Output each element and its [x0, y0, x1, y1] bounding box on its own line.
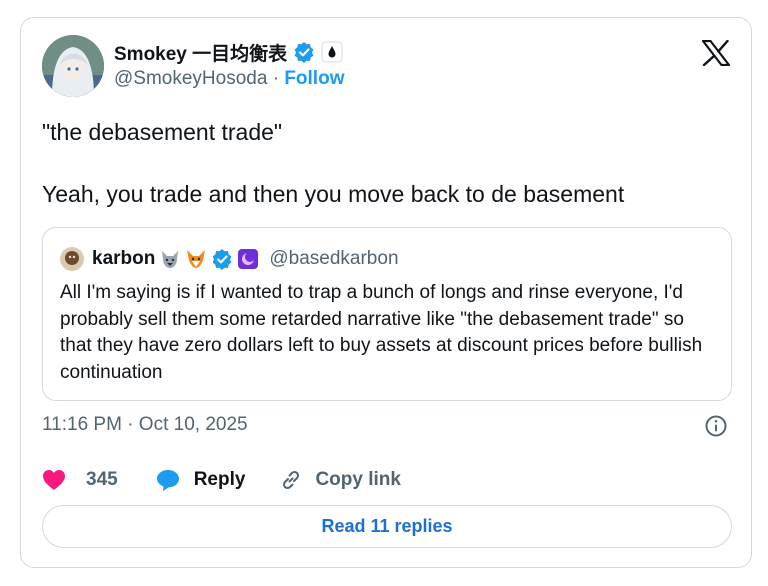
like-count: 345 [86, 469, 118, 490]
author-name[interactable]: Smokey 一目均衡表 [114, 39, 287, 66]
author-avatar[interactable] [42, 35, 104, 97]
reply-button[interactable]: Reply [156, 468, 246, 492]
read-replies-button[interactable]: Read 11 replies [42, 505, 732, 548]
quoted-author-avatar[interactable] [60, 247, 84, 271]
heart-icon [42, 469, 66, 491]
like-button[interactable]: 345 [42, 469, 118, 491]
x-logo-icon[interactable] [701, 40, 731, 66]
quoted-tweet-header: karbon @basedkarbon [60, 246, 399, 272]
info-icon[interactable] [704, 414, 728, 438]
tweet-timestamp[interactable]: 11:16 PM · Oct 10, 2025 [42, 414, 248, 436]
reply-label: Reply [193, 469, 246, 490]
quoted-tweet-text: All I'm saying is if I wanted to trap a … [60, 282, 703, 383]
affiliate-badge-icon [321, 41, 343, 63]
tweet-card: Smokey 一目均衡表 @SmokeyHosoda · Follow "the… [20, 17, 752, 568]
tweet-actions: 345 Reply Copy link [42, 467, 401, 493]
author-handle[interactable]: @SmokeyHosoda [114, 68, 267, 89]
follow-button[interactable]: Follow [284, 68, 344, 89]
link-icon [279, 468, 303, 492]
reply-bubble-icon [156, 468, 180, 492]
quoted-tweet[interactable]: karbon @basedkarbon All I'm saying is if… [42, 227, 732, 401]
quoted-author-handle[interactable]: @basedkarbon [269, 248, 398, 270]
verified-badge-icon [211, 248, 233, 270]
verified-badge-icon [293, 41, 315, 63]
copy-link-label: Copy link [315, 469, 401, 490]
affiliate-badge-icon [237, 248, 259, 270]
copy-link-button[interactable]: Copy link [279, 468, 401, 492]
author-handle-row: @SmokeyHosoda · Follow [114, 68, 344, 90]
tweet-text: "the debasement trade" Yeah, you trade a… [42, 117, 732, 210]
wolf-emoji-icon [159, 248, 181, 270]
separator-dot: · [272, 68, 280, 89]
tweet-paragraph: "the debasement trade" [42, 119, 283, 145]
tweet-paragraph: Yeah, you trade and then you move back t… [42, 181, 625, 207]
quoted-author-name[interactable]: karbon [92, 248, 155, 270]
author-name-row: Smokey 一目均衡表 [114, 39, 343, 65]
fox-emoji-icon [185, 248, 207, 270]
